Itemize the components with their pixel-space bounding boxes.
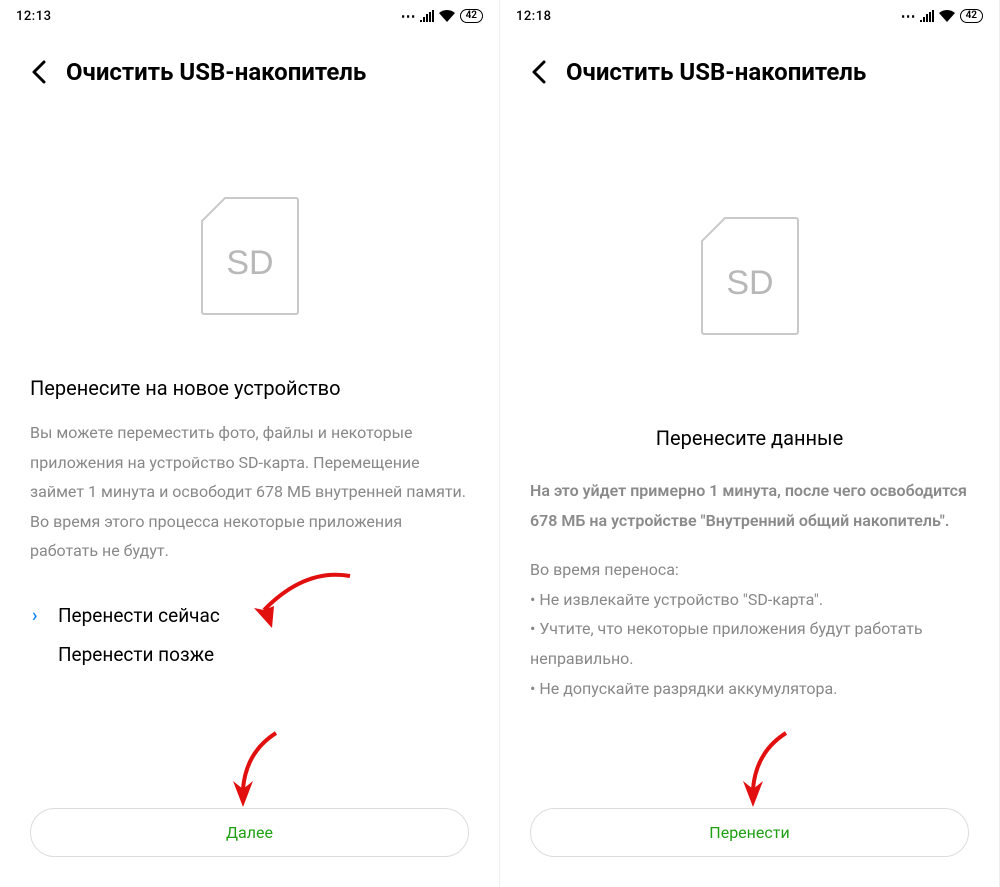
option-label: Перенести сейчас	[58, 604, 220, 627]
chevron-right-icon: ›	[32, 605, 46, 626]
button-label: Перенести	[709, 823, 789, 842]
signal-icon	[920, 10, 934, 22]
phone-screen-left: 12:13 42 Очистить USB-накопитель SD Пере…	[0, 0, 500, 887]
description-text: Вы можете переместить фото, файлы и неко…	[30, 418, 469, 566]
section-heading: Перенесите данные	[530, 426, 969, 450]
section-heading: Перенесите на новое устройство	[30, 376, 469, 400]
clock: 12:13	[12, 9, 51, 24]
note-item: • Не допускайте разрядки аккумулятора.	[530, 674, 969, 704]
next-button[interactable]: Далее	[30, 808, 469, 857]
option-label: Перенести позже	[58, 643, 214, 666]
wifi-icon	[439, 10, 455, 22]
back-icon[interactable]	[30, 59, 48, 85]
phone-screen-right: 12:18 42 Очистить USB-накопитель SD Пере…	[500, 0, 1000, 887]
option-transfer-now[interactable]: › Перенести сейчас	[30, 596, 469, 635]
option-transfer-later[interactable]: Перенести позже	[30, 635, 469, 674]
wifi-icon	[939, 10, 955, 22]
status-icons: 42	[901, 7, 987, 25]
battery-icon: 42	[460, 9, 483, 23]
header: Очистить USB-накопитель	[530, 28, 969, 96]
more-icon	[901, 7, 915, 25]
note-item: • Учтите, что некоторые приложения будут…	[530, 614, 969, 673]
status-bar: 12:18 42	[512, 0, 987, 28]
button-label: Далее	[226, 823, 273, 842]
transfer-button[interactable]: Перенести	[530, 808, 969, 857]
signal-icon	[420, 10, 434, 22]
battery-icon: 42	[960, 9, 983, 23]
description-text-bold: На это уйдет примерно 1 минута, после че…	[530, 476, 969, 535]
back-icon[interactable]	[530, 59, 548, 85]
notes-intro: Во время переноса:	[530, 555, 969, 585]
sd-card-icon: SD	[530, 96, 969, 426]
page-title: Очистить USB-накопитель	[566, 58, 866, 86]
status-bar: 12:13 42	[12, 0, 487, 28]
sd-card-icon: SD	[30, 96, 469, 376]
note-item: • Не извлекайте устройство "SD-карта".	[530, 585, 969, 615]
svg-text:SD: SD	[226, 244, 273, 282]
transfer-options: › Перенести сейчас Перенести позже	[30, 596, 469, 674]
more-icon	[401, 7, 415, 25]
status-icons: 42	[401, 7, 487, 25]
page-title: Очистить USB-накопитель	[66, 58, 366, 86]
annotation-arrow	[250, 568, 360, 638]
header: Очистить USB-накопитель	[30, 28, 469, 96]
svg-text:SD: SD	[726, 264, 773, 302]
clock: 12:18	[512, 9, 551, 24]
